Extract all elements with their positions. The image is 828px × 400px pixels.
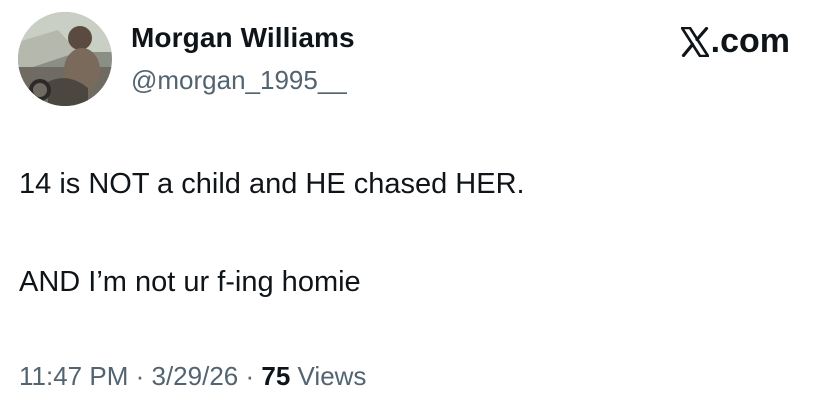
avatar[interactable] <box>18 12 112 106</box>
tweet-text-line: AND I’m not ur f-ing homie <box>19 266 361 298</box>
brand-suffix: .com <box>710 22 790 60</box>
profile-photo <box>18 12 112 106</box>
separator: · <box>135 361 145 391</box>
tweet-date[interactable]: 3/29/26 <box>152 361 239 391</box>
tweet-time[interactable]: 11:47 PM <box>19 361 128 391</box>
display-name[interactable]: Morgan Williams <box>131 22 355 54</box>
tweet-meta: 11:47 PM · 3/29/26 · 75 Views <box>19 361 366 392</box>
brand-label: .com <box>680 22 790 61</box>
separator: · <box>245 361 255 391</box>
views-label: Views <box>297 361 367 391</box>
views-count: 75 <box>261 361 291 391</box>
x-logo-icon <box>680 26 709 57</box>
tweet-text-line: 14 is NOT a child and HE chased HER. <box>19 168 525 200</box>
username-handle[interactable]: @morgan_1995__ <box>131 65 347 96</box>
